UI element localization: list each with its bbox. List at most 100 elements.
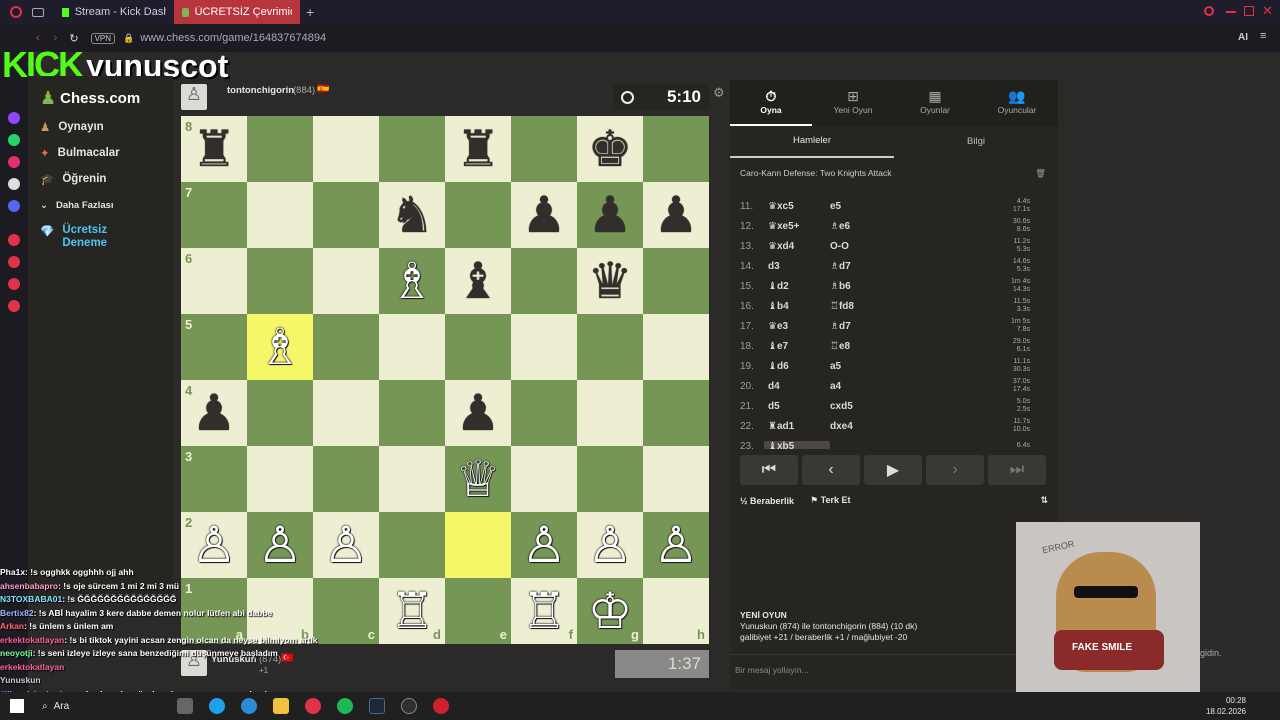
square-d3[interactable] bbox=[379, 446, 445, 512]
white-piece-b2[interactable]: ♙ bbox=[258, 520, 303, 570]
new-tab-button[interactable]: + bbox=[306, 4, 314, 20]
square-a5[interactable]: 5 bbox=[181, 314, 247, 380]
square-h8[interactable] bbox=[643, 116, 709, 182]
url-field[interactable]: www.chess.com/game/164837674894 bbox=[140, 32, 326, 44]
forward-icon[interactable]: › bbox=[54, 32, 58, 44]
square-b3[interactable] bbox=[247, 446, 313, 512]
square-e5[interactable] bbox=[445, 314, 511, 380]
square-g3[interactable] bbox=[577, 446, 643, 512]
x-icon[interactable] bbox=[8, 178, 20, 190]
square-h1[interactable]: h bbox=[643, 578, 709, 644]
ai-button[interactable]: AI bbox=[1238, 32, 1248, 43]
white-piece-f1[interactable]: ♖ bbox=[522, 586, 567, 636]
taskbar-clock[interactable]: 00:28 18.02.2026 bbox=[1206, 695, 1246, 717]
spotify-icon[interactable] bbox=[337, 698, 354, 714]
square-c8[interactable] bbox=[313, 116, 379, 182]
black-piece-a8[interactable]: ♜ bbox=[192, 124, 237, 174]
opening-name[interactable]: Caro-Kann Defense: Two Knights Attack bbox=[740, 168, 892, 178]
history-icon[interactable] bbox=[8, 234, 20, 246]
square-h3[interactable] bbox=[643, 446, 709, 512]
tab-info[interactable]: Bilgi bbox=[894, 127, 1058, 157]
black-piece-g8[interactable]: ♚ bbox=[588, 124, 633, 174]
edge-icon[interactable] bbox=[209, 698, 226, 714]
square-h7[interactable]: ♟ bbox=[643, 182, 709, 248]
sidebar-item-play[interactable]: ♟ Oynayın bbox=[28, 114, 173, 140]
steam-icon[interactable] bbox=[369, 698, 386, 714]
square-a7[interactable]: 7 bbox=[181, 182, 247, 248]
square-h5[interactable] bbox=[643, 314, 709, 380]
square-b6[interactable] bbox=[247, 248, 313, 314]
twitch-icon[interactable] bbox=[8, 112, 20, 124]
tab-chess[interactable]: ÜCRETSİZ Çevrimiçi Satra bbox=[174, 0, 300, 24]
black-piece-a4[interactable]: ♟ bbox=[192, 388, 237, 438]
square-e4[interactable]: ♟ bbox=[445, 380, 511, 446]
black-move[interactable]: ♗b6 bbox=[830, 281, 990, 292]
menu-icon[interactable]: ≡ bbox=[1260, 30, 1266, 42]
white-move[interactable]: ♝b4 bbox=[764, 301, 830, 312]
reload-icon[interactable]: ↻ bbox=[69, 32, 78, 45]
chat-username[interactable]: erkektokatlayan bbox=[0, 662, 64, 672]
square-g7[interactable]: ♟ bbox=[577, 182, 643, 248]
messenger-icon[interactable] bbox=[8, 278, 20, 290]
tab-new-game[interactable]: ⊞ Yeni Oyun bbox=[812, 80, 894, 126]
play-button[interactable]: ▶ bbox=[864, 455, 922, 485]
chat-username[interactable]: ahsenbabapro bbox=[0, 581, 58, 591]
square-d4[interactable] bbox=[379, 380, 445, 446]
white-piece-g1[interactable]: ♔ bbox=[588, 586, 633, 636]
close-window-icon[interactable]: ✕ bbox=[1262, 3, 1273, 19]
taskbar-search[interactable]: Ara bbox=[54, 701, 70, 712]
square-a4[interactable]: ♟ 4 bbox=[181, 380, 247, 446]
square-e8[interactable]: ♜ bbox=[445, 116, 511, 182]
white-piece-d6[interactable]: ♗ bbox=[390, 256, 435, 306]
discord-icon[interactable] bbox=[8, 200, 20, 212]
square-f4[interactable] bbox=[511, 380, 577, 446]
chat-input[interactable]: Bir mesaj yollayın... bbox=[735, 665, 809, 675]
black-piece-e4[interactable]: ♟ bbox=[456, 388, 501, 438]
explorer-icon[interactable] bbox=[273, 698, 290, 714]
tab-players[interactable]: 👥 Oyuncular bbox=[976, 80, 1058, 126]
sidebar-item-learn[interactable]: 🎓 Öğrenin bbox=[28, 166, 173, 192]
chat-username[interactable]: Yunuskun bbox=[0, 675, 41, 685]
square-b7[interactable] bbox=[247, 182, 313, 248]
task-view-icon[interactable] bbox=[177, 698, 194, 714]
square-c4[interactable] bbox=[313, 380, 379, 446]
black-move[interactable]: e5 bbox=[830, 201, 990, 212]
square-g8[interactable]: ♚ bbox=[577, 116, 643, 182]
first-move-button[interactable]: ⏮ bbox=[740, 455, 798, 485]
instagram-icon[interactable] bbox=[8, 156, 20, 168]
windows-start-icon[interactable] bbox=[10, 699, 24, 713]
sidebar-item-free-trial[interactable]: 💎 Ücretsiz Deneme bbox=[28, 218, 173, 258]
black-piece-g7[interactable]: ♟ bbox=[588, 190, 633, 240]
square-a6[interactable]: 6 bbox=[181, 248, 247, 314]
white-move[interactable]: ♛e3 bbox=[764, 321, 830, 332]
last-move-button[interactable]: ⏭ bbox=[988, 455, 1046, 485]
board-settings-icon[interactable]: ⚙ bbox=[713, 85, 725, 101]
white-piece-a2[interactable]: ♙ bbox=[192, 520, 237, 570]
opera-logo-icon[interactable] bbox=[10, 6, 22, 18]
white-piece-g2[interactable]: ♙ bbox=[588, 520, 633, 570]
top-player-avatar[interactable]: ♙ bbox=[181, 84, 207, 110]
black-piece-d7[interactable]: ♞ bbox=[390, 190, 435, 240]
opera-icon[interactable] bbox=[305, 698, 322, 714]
black-piece-e8[interactable]: ♜ bbox=[456, 124, 501, 174]
window-search-icon[interactable] bbox=[1204, 6, 1214, 16]
flip-board-icon[interactable]: ⇅ bbox=[1040, 495, 1048, 506]
square-f6[interactable] bbox=[511, 248, 577, 314]
white-move[interactable]: ♝d2 bbox=[764, 281, 830, 292]
white-piece-b5[interactable]: ♗ bbox=[258, 322, 303, 372]
chat-username[interactable]: Arkan bbox=[0, 621, 24, 631]
white-move[interactable]: d3 bbox=[764, 261, 830, 272]
black-piece-h7[interactable]: ♟ bbox=[654, 190, 699, 240]
square-d5[interactable] bbox=[379, 314, 445, 380]
square-b8[interactable] bbox=[247, 116, 313, 182]
white-piece-c2[interactable]: ♙ bbox=[324, 520, 369, 570]
move-list[interactable]: 11. ♛xc5 e5 4.4s 17.1s 12. ♛xe5+ ♗e6 30.6s 8.6s 13… bbox=[730, 184, 1058, 449]
square-e1[interactable]: e bbox=[445, 578, 511, 644]
square-c3[interactable] bbox=[313, 446, 379, 512]
chat-username[interactable]: Bertix82 bbox=[0, 608, 34, 618]
square-c7[interactable] bbox=[313, 182, 379, 248]
black-move[interactable]: ♗d7 bbox=[830, 321, 990, 332]
square-f3[interactable] bbox=[511, 446, 577, 512]
tab-switcher-icon[interactable] bbox=[32, 7, 44, 17]
square-e3[interactable]: ♕ bbox=[445, 446, 511, 512]
